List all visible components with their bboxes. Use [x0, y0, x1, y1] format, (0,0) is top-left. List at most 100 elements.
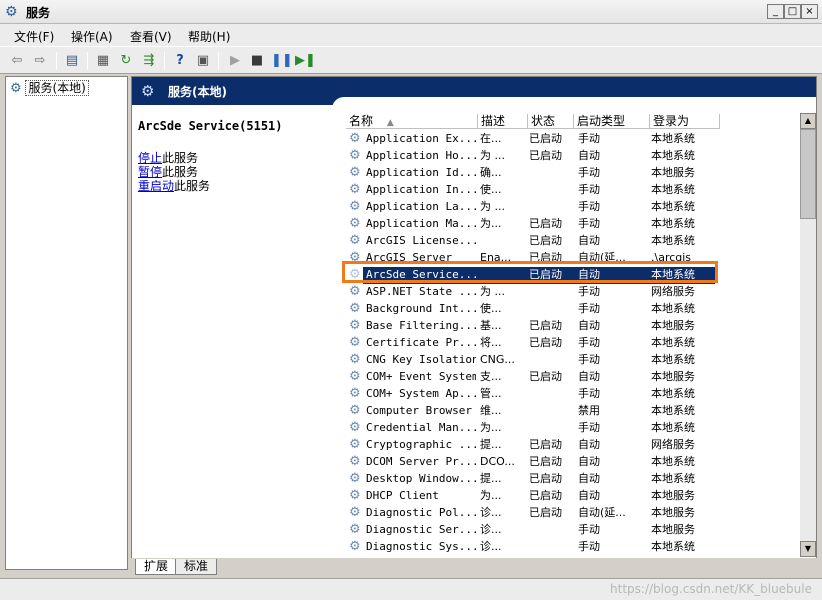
watermark-text: https://blog.csdn.net/KK_bluebule [610, 582, 812, 596]
stop-service-icon[interactable]: ■ [248, 52, 266, 70]
service-gear-icon: ⚙ [349, 199, 361, 214]
help-icon[interactable]: ? [171, 52, 189, 70]
service-row[interactable]: ⚙ Application In... 使... 手动 本地系统 [346, 182, 799, 199]
column-header-label: 名称 [349, 114, 374, 128]
service-row[interactable]: ⚙ Certificate Pr... 将... 已启动 手动 本地系统 [346, 335, 799, 352]
minimize-button[interactable]: _ [767, 4, 784, 19]
service-description: 基... [480, 319, 502, 332]
service-startup-type: 自动(延... [578, 506, 626, 519]
service-row[interactable]: ⚙ CNG Key Isolation CNG... 手动 本地系统 [346, 352, 799, 369]
service-row[interactable]: ⚙ ASP.NET State ... 为 ... 手动 网络服务 [346, 284, 799, 301]
service-logon-as: 本地系统 [651, 234, 695, 247]
service-logon-as: 本地系统 [651, 302, 695, 315]
maximize-button[interactable]: □ [784, 4, 801, 19]
service-name: Credential Man... [366, 421, 476, 434]
service-gear-icon: ⚙ [349, 539, 361, 554]
tab-extended[interactable]: 扩展 [135, 559, 178, 575]
service-row[interactable]: ⚙ COM+ System Ap... 管... 手动 本地系统 [346, 386, 799, 403]
service-startup-type: 手动 [578, 540, 600, 553]
service-logon-as: 本地系统 [651, 455, 695, 468]
service-status: 已启动 [529, 455, 562, 468]
service-description: 维... [480, 404, 502, 417]
service-gear-icon: ⚙ [349, 522, 361, 537]
service-description: 使... [480, 183, 502, 196]
pane-header-title: 服务(本地) [168, 85, 227, 99]
service-startup-type: 自动 [578, 149, 600, 162]
service-name: COM+ System Ap... [366, 387, 476, 400]
scroll-down-button[interactable]: ▼ [800, 541, 816, 557]
service-status: 已启动 [529, 319, 562, 332]
close-button[interactable]: × [801, 4, 818, 19]
restart-service-action: 重启动此服务 [138, 177, 210, 194]
menu-help[interactable]: 帮助(H) [188, 28, 230, 45]
service-startup-type: 禁用 [578, 404, 600, 417]
vertical-scrollbar[interactable]: ▲ ▼ [800, 113, 816, 557]
refresh-icon[interactable]: ↻ [117, 52, 135, 70]
services-pane: ⚙ 服务(本地) ArcSde Service(5151) 停止此服务 暂停此服… [131, 76, 817, 576]
selected-service-title: ArcSde Service(5151) [138, 119, 283, 133]
service-description: 诊... [480, 506, 502, 519]
service-gear-icon: ⚙ [349, 403, 361, 418]
service-startup-type: 自动 [578, 489, 600, 502]
service-row[interactable]: ⚙ Desktop Window... 提... 已启动 自动 本地系统 [346, 471, 799, 488]
service-name: Diagnostic Sys... [366, 540, 476, 553]
tree-node-services-local[interactable]: ⚙ 服务(本地) [10, 79, 89, 96]
service-row[interactable]: ⚙ Base Filtering... 基... 已启动 自动 本地服务 [346, 318, 799, 335]
service-description: 使... [480, 302, 502, 315]
menu-view[interactable]: 查看(V) [130, 28, 172, 45]
service-row[interactable]: ⚙ Cryptographic ... 提... 已启动 自动 网络服务 [346, 437, 799, 454]
scroll-thumb[interactable] [800, 129, 816, 219]
scroll-up-button[interactable]: ▲ [800, 113, 816, 129]
tab-standard[interactable]: 标准 [175, 559, 218, 575]
service-name: Application La... [366, 200, 476, 213]
back-icon[interactable]: ⇦ [8, 52, 26, 70]
start-service-icon[interactable]: ▶ [226, 52, 244, 70]
service-row[interactable]: ⚙ Application Id... 确... 手动 本地服务 [346, 165, 799, 182]
pause-service-icon[interactable]: ❚❚ [271, 52, 293, 70]
service-logon-as: 本地系统 [651, 472, 695, 485]
column-header-name[interactable]: 名称 ▲ [346, 114, 478, 129]
service-row[interactable]: ⚙ Application Ho... 为 ... 已启动 自动 本地系统 [346, 148, 799, 165]
restart-service-link[interactable]: 重启动 [138, 179, 174, 193]
service-logon-as: 本地系统 [651, 540, 695, 553]
service-startup-type: 手动 [578, 421, 600, 434]
service-gear-icon: ⚙ [349, 369, 361, 384]
service-row[interactable]: ⚙ Credential Man... 为... 手动 本地系统 [346, 420, 799, 437]
service-row[interactable]: ⚙ Application Ma... 为... 已启动 手动 本地系统 [346, 216, 799, 233]
service-row[interactable]: ⚙ Application La... 为 ... 手动 本地系统 [346, 199, 799, 216]
column-header-logon-as[interactable]: 登录为 [650, 114, 720, 129]
service-row[interactable]: ⚙ COM+ Event System 支... 已启动 自动 本地服务 [346, 369, 799, 386]
service-logon-as: 本地系统 [651, 149, 695, 162]
service-description: 提... [480, 472, 502, 485]
service-row[interactable]: ⚙ ArcGIS License... 已启动 自动 本地系统 [346, 233, 799, 250]
column-header-startup-type[interactable]: 启动类型 [574, 114, 650, 129]
restart-service-icon[interactable]: ▶❚ [295, 52, 316, 70]
service-row[interactable]: ⚙ Application Ex... 在... 已启动 手动 本地系统 [346, 131, 799, 148]
service-gear-icon: ⚙ [349, 437, 361, 452]
service-row[interactable]: ⚙ Diagnostic Ser... 诊... 手动 本地服务 [346, 522, 799, 539]
service-startup-type: 手动 [578, 183, 600, 196]
service-row[interactable]: ⚙ Computer Browser 维... 禁用 本地系统 [346, 403, 799, 420]
forward-icon[interactable]: ⇨ [31, 52, 49, 70]
toolbar-separator [218, 52, 219, 70]
action-pane-icon[interactable]: ▣ [194, 52, 212, 70]
toolbar-separator [56, 52, 57, 70]
column-header-description[interactable]: 描述 [478, 114, 528, 129]
service-logon-as: 本地服务 [651, 523, 695, 536]
service-description: 诊... [480, 540, 502, 553]
show-hide-tree-icon[interactable]: ▤ [63, 52, 81, 70]
title-bar: ⚙ 服务 _ □ × [0, 0, 822, 24]
services-header-icon: ⚙ [141, 82, 155, 100]
service-row[interactable]: ⚙ DHCP Client 为... 已启动 自动 本地服务 [346, 488, 799, 505]
column-header-status[interactable]: 状态 [528, 114, 574, 129]
menu-file[interactable]: 文件(F) [14, 28, 54, 45]
service-row[interactable]: ⚙ Diagnostic Pol... 诊... 已启动 自动(延... 本地服务 [346, 505, 799, 522]
menu-action[interactable]: 操作(A) [71, 28, 113, 45]
highlight-annotation-box [342, 261, 718, 283]
service-row[interactable]: ⚙ DCOM Server Pr... DCO... 已启动 自动 本地系统 [346, 454, 799, 471]
export-list-icon[interactable]: ⇶ [140, 52, 158, 70]
service-row[interactable]: ⚙ Diagnostic Sys... 诊... 手动 本地系统 [346, 539, 799, 556]
properties-icon[interactable]: ▦ [94, 52, 112, 70]
service-logon-as: 网络服务 [651, 285, 695, 298]
service-row[interactable]: ⚙ Background Int... 使... 手动 本地系统 [346, 301, 799, 318]
